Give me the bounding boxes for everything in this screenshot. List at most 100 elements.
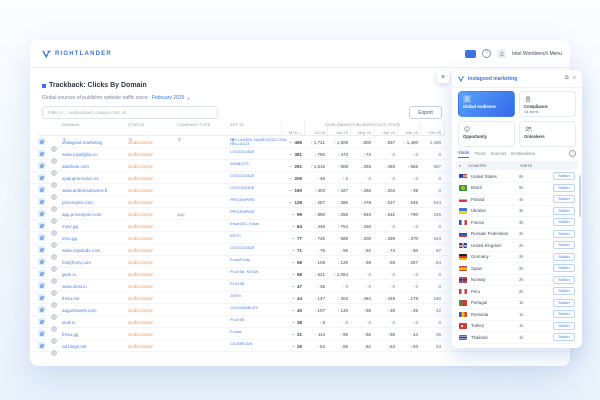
switch-button[interactable]: Switch — [553, 195, 575, 203]
domain-link[interactable]: footyfooty.com — [62, 260, 91, 265]
switch-button[interactable]: Switch — [553, 207, 575, 215]
status-label: Undisclosed — [128, 140, 153, 145]
company-type-label: app — [177, 212, 185, 217]
people-icon — [524, 125, 532, 133]
domain-badge-icon[interactable] — [38, 282, 45, 289]
domain-link[interactable]: augurtravels.com — [62, 308, 97, 313]
stat-header-mtd-sort[interactable]: MTD ⌄ — [280, 130, 302, 135]
drawer-scrollbar[interactable] — [579, 175, 581, 217]
domain-badge-icon[interactable] — [38, 222, 45, 229]
column-header: DOMAIN — [62, 122, 79, 127]
status-label: Undisclosed — [128, 176, 153, 181]
domain-badge-icon[interactable] — [38, 150, 45, 157]
switch-button[interactable]: Switch — [553, 299, 575, 307]
switch-button[interactable]: Switch — [553, 184, 575, 192]
switch-button[interactable]: Switch — [553, 287, 575, 295]
tab-sources[interactable]: Sources — [490, 151, 506, 158]
domain-badge-icon[interactable] — [38, 174, 45, 181]
domain-link[interactable]: spainpromotion.es — [62, 176, 99, 181]
stat-cell: ↑250 — [345, 224, 371, 229]
drawer-card-global-audience[interactable]: Global Audience- — [458, 91, 515, 117]
drawer-card-opportunity[interactable]: Opportunity- — [458, 121, 515, 147]
switch-button[interactable]: Switch — [553, 264, 575, 272]
switch-button[interactable]: Switch — [553, 172, 575, 180]
country-row: Portugal1k Switch — [456, 298, 578, 310]
drawer-card-onlookers[interactable]: Onlookers — [519, 121, 576, 147]
switch-button[interactable]: Switch — [553, 253, 575, 261]
index-header: # — [459, 164, 468, 168]
country-name: Portugal — [471, 300, 519, 305]
domain-link[interactable]: app.pricempire.com — [62, 212, 102, 217]
flag-ro-icon — [459, 312, 467, 318]
column-header: AFF ID — [230, 122, 244, 127]
drawer-card-compliance[interactable]: Compliance18 alerts — [519, 91, 576, 117]
visits-header: VISITS — [520, 164, 550, 168]
domain-link[interactable]: od.blogs.net — [62, 344, 87, 349]
domain-badge-icon[interactable] — [38, 138, 45, 145]
domain-link[interactable]: viod.tv — [62, 320, 75, 325]
domain-link[interactable]: fresu.me — [62, 296, 80, 301]
flag-ua-icon — [459, 208, 467, 214]
domain-badge-icon[interactable] — [38, 198, 45, 205]
flag-us-icon — [459, 174, 467, 180]
stat-cell: 0 — [415, 152, 441, 157]
stat-cell: 0 — [415, 188, 441, 193]
switch-button[interactable]: Switch — [553, 333, 575, 341]
stat-cell: 0 — [415, 176, 441, 181]
status-label: Undisclosed — [128, 308, 153, 313]
country-visits: 2k — [519, 243, 533, 248]
domain-badge-icon[interactable] — [38, 210, 45, 217]
switch-button[interactable]: Switch — [553, 230, 575, 238]
tabs-help-icon[interactable]: ? — [569, 150, 576, 157]
domain-badge-icon[interactable] — [38, 186, 45, 193]
stat-cell: 0 — [415, 320, 441, 325]
domain-link[interactable]: alanbote.com — [62, 164, 89, 169]
domain-badge-icon[interactable] — [38, 234, 45, 241]
domain-badge-icon[interactable] — [38, 342, 45, 349]
header-column-divider — [327, 121, 328, 135]
switch-button[interactable]: Switch — [553, 276, 575, 284]
column-header: COMPANY/TYPE — [177, 122, 211, 127]
country-name: Turkey — [471, 323, 519, 328]
drawer-title[interactable]: Instagood marketing — [468, 76, 517, 82]
domain-link[interactable]: www.vlost.io — [62, 284, 87, 289]
switch-button[interactable]: Switch — [553, 218, 575, 226]
tab-trend[interactable]: Trend — [474, 151, 485, 158]
switch-button[interactable]: Switch — [553, 322, 575, 330]
tab-visits[interactable]: Visits — [458, 150, 469, 158]
tab-destinations[interactable]: Destinations — [511, 151, 535, 158]
domain-badge-icon[interactable] — [38, 318, 45, 325]
domain-link[interactable]: www.royaltybix.co — [62, 152, 98, 157]
country-visits: 1k — [519, 300, 533, 305]
switch-button[interactable]: Switch — [553, 310, 575, 318]
country-visits: 5k — [519, 185, 533, 190]
domain-badge-icon[interactable] — [38, 162, 45, 169]
country-header: COUNTRY — [468, 164, 520, 168]
flag-ru-icon — [459, 231, 467, 237]
country-name: Norway — [471, 277, 519, 282]
drawer-close-button[interactable]: × — [437, 71, 449, 83]
open-external-icon[interactable]: ⧉ — [565, 75, 569, 82]
domain-link[interactable]: movr.gg — [62, 224, 78, 229]
domain-link[interactable]: gwin.io — [62, 272, 76, 277]
domain-badge-icon[interactable] — [38, 294, 45, 301]
domain-link[interactable]: fresu.gg — [62, 332, 78, 337]
domain-badge-icon[interactable] — [38, 330, 45, 337]
domain-link[interactable]: www.ambonselavera.fr — [62, 188, 108, 193]
stat-cell: ↓82 — [345, 344, 371, 349]
switch-button[interactable]: Switch — [553, 241, 575, 249]
domain-link[interactable]: pricempire.com — [62, 200, 93, 205]
domain-badge-icon[interactable] — [38, 246, 45, 253]
domain-badge-icon[interactable] — [38, 306, 45, 313]
stat-cell: ↑95 — [345, 308, 371, 313]
stat-cell: ↑72 — [345, 152, 371, 157]
country-visits: 2k — [519, 277, 533, 282]
domain-link[interactable]: instagood marketing — [62, 140, 103, 145]
flag-gb-icon — [459, 243, 467, 249]
domain-badge-icon[interactable] — [38, 270, 45, 277]
domain-link[interactable]: www.cripsbids.com — [62, 248, 100, 253]
domain-link[interactable]: ersu.gg — [62, 236, 77, 241]
stat-cell: 644 — [415, 200, 441, 205]
domain-badge-icon[interactable] — [38, 258, 45, 265]
menu-icon[interactable]: ≡ — [573, 75, 576, 82]
